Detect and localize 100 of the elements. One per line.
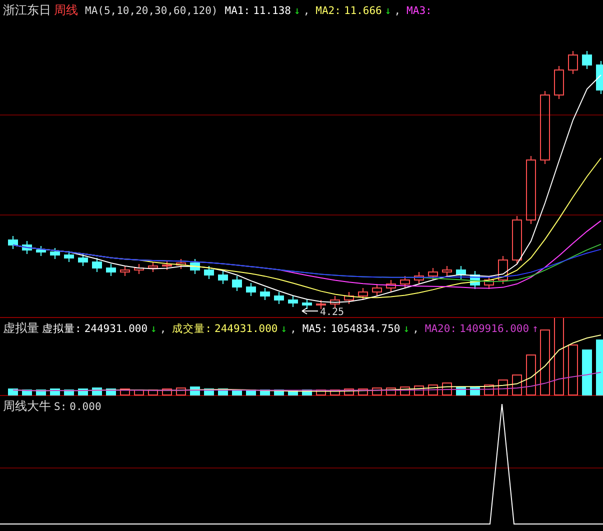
volume-bar: [260, 390, 270, 396]
candlestick: [554, 66, 564, 100]
volume-bar: [176, 388, 186, 396]
volume-bar: [526, 354, 536, 396]
candlestick: [456, 266, 466, 280]
candlestick: [386, 280, 396, 292]
volume-bar: [582, 350, 592, 396]
volume-bar: [456, 386, 466, 396]
volume-bar: [232, 390, 242, 396]
volume-bar: [442, 382, 452, 396]
volume-bar: [484, 384, 494, 396]
candlestick: [414, 272, 424, 284]
candlestick: [596, 60, 603, 94]
volume-bar: [330, 390, 340, 396]
legend-label: 成交量:: [172, 322, 212, 336]
low-price-label: 4.25: [320, 307, 344, 318]
volume-bar: [246, 390, 256, 396]
volume-bar: [134, 390, 144, 396]
legend-label: MA1:: [224, 5, 250, 17]
low-marker-arrow-icon: [302, 308, 318, 314]
legend-value: 1054834.750: [330, 323, 400, 335]
candlestick: [288, 296, 298, 308]
candlestick: [316, 300, 326, 310]
candlestick: [190, 258, 200, 274]
volume-bar: [372, 388, 382, 396]
candlestick: [22, 240, 32, 254]
candlestick: [582, 50, 592, 70]
period-label: 周线: [54, 2, 78, 19]
candlestick: [344, 292, 354, 304]
volume-bar: [596, 340, 603, 396]
legend-label: MA3:: [406, 5, 432, 17]
candlestick: [568, 50, 578, 74]
trend-arrow: ↓: [403, 323, 410, 335]
volume-bar: [400, 386, 410, 396]
signal-value: 0.000: [70, 401, 102, 413]
trend-arrow: ↓: [150, 323, 157, 335]
legend-value: 244931.000: [214, 323, 278, 335]
trend-arrow: ↓: [294, 5, 300, 17]
stock-name: 浙江东日: [3, 2, 51, 19]
legend-separator: ,: [290, 323, 296, 335]
volume-bar: [274, 390, 284, 396]
legend-value: 1409916.000: [460, 323, 530, 335]
volume-bar: [568, 344, 578, 396]
candlestick: [106, 264, 116, 276]
candlestick: [50, 248, 60, 260]
candlestick: [8, 236, 18, 250]
candlestick: [442, 266, 452, 276]
signal-label: S:: [54, 401, 67, 413]
legend-separator: ,: [303, 5, 310, 17]
candlestick: [92, 258, 102, 272]
candlestick: [204, 266, 214, 280]
volume-bar: [540, 330, 550, 396]
legend-label: MA20:: [424, 323, 457, 335]
candlestick: [162, 260, 172, 270]
candlestick: [498, 256, 508, 284]
trend-arrow: ↓: [384, 5, 392, 17]
candlestick: [120, 266, 130, 276]
volume-bar: [414, 386, 424, 396]
candlestick: [526, 156, 536, 224]
candlestick: [302, 298, 312, 310]
candlestick: [148, 262, 158, 272]
volume-bar: [498, 380, 508, 396]
trend-arrow: ↓: [280, 323, 288, 335]
volume-bar: [36, 390, 46, 396]
volume-bar: [162, 388, 172, 396]
candlestick: [134, 264, 144, 274]
candlestick: [36, 246, 46, 256]
volume-bar: [358, 388, 368, 396]
legend-label: MA2:: [316, 5, 341, 17]
candlestick: [64, 250, 74, 262]
candlestick: [358, 288, 368, 300]
candlestick: [218, 270, 228, 284]
legend-separator: ,: [412, 323, 419, 335]
volume-bar: [512, 374, 522, 396]
candlestick: [484, 276, 494, 290]
indicator-params: MA(5,10,20,30,60,120): [85, 5, 218, 17]
legend-label: 虚拟量:: [42, 322, 82, 336]
volume-bar: [302, 390, 312, 396]
candlestick: [176, 258, 186, 270]
candlestick: [78, 254, 88, 266]
volume-bar: [344, 388, 354, 396]
candlestick: [470, 270, 480, 290]
volume-bar: [470, 386, 480, 396]
candlestick: [372, 284, 382, 296]
legend-value: 11.138: [253, 5, 291, 17]
candlestick: [246, 282, 256, 296]
candlestick: [232, 276, 242, 292]
volume-bar: [8, 388, 18, 396]
candlestick: [428, 268, 438, 280]
candlestick: [400, 276, 410, 288]
volume-bar: [428, 384, 438, 396]
legend-value: 244931.000: [84, 323, 148, 335]
panel-title: 周线大牛: [3, 398, 51, 415]
volume-bar: [386, 388, 396, 396]
legend-label: MA5:: [302, 323, 328, 335]
trend-arrow: ↑: [532, 323, 538, 335]
volume-bar: [22, 390, 32, 396]
legend-separator: ,: [160, 323, 166, 335]
legend-value: 11.666: [344, 5, 382, 17]
volume-bar: [64, 390, 74, 396]
